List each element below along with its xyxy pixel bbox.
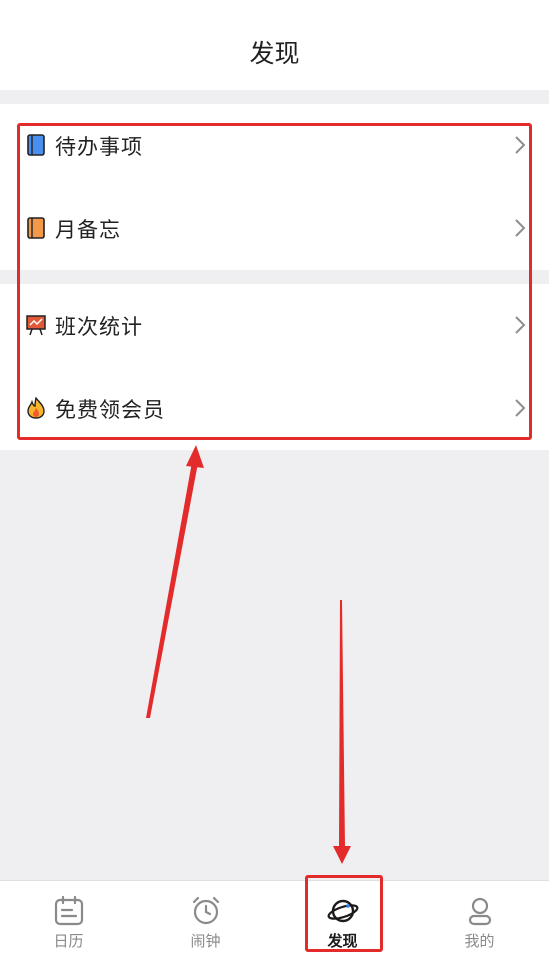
menu-item-shift-stats[interactable]: 班次统计 [0, 284, 549, 367]
tab-alarm[interactable]: 闹钟 [137, 881, 274, 956]
chevron-right-icon [515, 399, 526, 417]
tab-label: 我的 [464, 932, 495, 950]
menu-item-label: 待办事项 [55, 135, 143, 159]
menu-group-tools: 待办事项 月备忘 [0, 104, 549, 270]
flame-icon [27, 397, 45, 419]
page-title: 发现 [249, 39, 300, 68]
chevron-right-icon [515, 316, 526, 334]
tab-profile[interactable]: 我的 [411, 881, 548, 956]
orange-book-icon [27, 217, 45, 239]
tab-label: 闹钟 [190, 932, 221, 950]
tab-discover[interactable]: 发现 [274, 881, 411, 956]
chart-board-icon [26, 315, 46, 336]
tab-label: 发现 [327, 932, 358, 950]
menu-item-label: 免费领会员 [55, 398, 165, 422]
person-icon [468, 897, 491, 926]
menu-item-monthly-memo[interactable]: 月备忘 [0, 187, 549, 270]
menu-item-label: 月备忘 [55, 218, 121, 242]
chevron-right-icon [515, 136, 526, 154]
bottom-tab-bar: 日历 闹钟 发现 我的 [0, 880, 549, 956]
arrow-down-shaft [339, 600, 345, 848]
calendar-icon [54, 895, 83, 926]
tab-calendar[interactable]: 日历 [0, 881, 137, 956]
menu-item-free-membership[interactable]: 免费领会员 [0, 367, 549, 450]
blue-book-icon [27, 134, 45, 156]
top-header: 发现 [0, 0, 549, 90]
menu-item-label: 班次统计 [55, 315, 143, 339]
alarm-clock-icon [192, 896, 219, 925]
planet-icon [327, 899, 358, 923]
chevron-right-icon [515, 219, 526, 237]
arrow-up-shaft [146, 462, 198, 718]
menu-group-extras: 班次统计 免费领会员 [0, 284, 549, 450]
tab-label: 日历 [53, 932, 84, 950]
menu-item-todo[interactable]: 待办事项 [0, 104, 549, 187]
arrow-down-head [333, 846, 351, 864]
